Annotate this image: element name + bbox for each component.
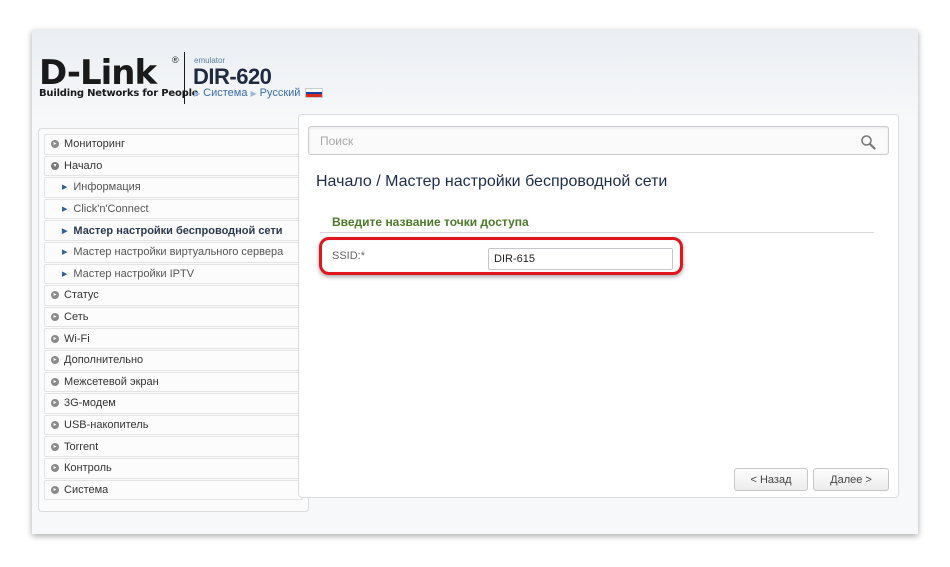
section-divider bbox=[320, 232, 874, 233]
dlink-logo: D-Link ® Building Networks for People bbox=[39, 55, 199, 99]
router-admin-window: D-Link ® Building Networks for People em… bbox=[32, 30, 918, 534]
header-breadcrumb: ▶ Система ▶ Русский bbox=[194, 87, 324, 99]
sidebar-item-5[interactable]: ▶ Мастер настройки виртуального сервера bbox=[44, 241, 303, 263]
logo-tagline: Building Networks for People bbox=[39, 88, 199, 99]
collapsed-chevron-icon: ▸ bbox=[51, 313, 59, 322]
sidebar-menu: ▸ Мониторинг ▾ Начало ▶ Информация ▶ Click'n'Co… bbox=[38, 128, 309, 512]
breadcrumb-arrow-icon: ▶ bbox=[250, 88, 257, 98]
sidebar-item-7[interactable]: ▸ Статус bbox=[44, 285, 303, 306]
collapsed-chevron-icon: ▸ bbox=[51, 291, 59, 300]
collapsed-chevron-icon: ▸ bbox=[51, 485, 59, 494]
submenu-arrow-icon: ▶ bbox=[62, 227, 68, 235]
ssid-highlight-annotation bbox=[319, 237, 683, 275]
search-placeholder: Поиск bbox=[320, 133, 354, 148]
sidebar-item-9[interactable]: ▸ Wi-Fi bbox=[44, 328, 303, 349]
system-link[interactable]: Система bbox=[203, 87, 247, 99]
collapsed-chevron-icon: ▸ bbox=[51, 399, 59, 408]
sidebar-item-label: Wi-Fi bbox=[64, 332, 90, 345]
submenu-arrow-icon: ▶ bbox=[62, 249, 68, 257]
sidebar-item-12[interactable]: ▸ 3G-модем bbox=[44, 393, 303, 414]
sidebar-item-label: Межсетевой экран bbox=[64, 375, 159, 388]
collapsed-chevron-icon: ▸ bbox=[51, 377, 59, 386]
sidebar-item-13[interactable]: ▸ USB-накопитель bbox=[44, 414, 303, 436]
collapsed-chevron-icon: ▸ bbox=[51, 140, 59, 149]
sidebar-item-label: Мастер настройки виртуального сервера bbox=[73, 246, 284, 259]
search-input[interactable]: Поиск bbox=[308, 126, 889, 155]
collapsed-chevron-icon: ▸ bbox=[51, 442, 59, 451]
sidebar-item-2[interactable]: ▶ Информация bbox=[44, 177, 303, 198]
language-selector[interactable]: Русский bbox=[260, 87, 301, 99]
sidebar-item-label: Система bbox=[64, 483, 109, 496]
sidebar-item-label: Torrent bbox=[64, 440, 99, 453]
main-content-panel: Поиск Начало / Мастер настройки беспрово… bbox=[298, 114, 899, 498]
back-button[interactable]: < Назад bbox=[734, 468, 808, 491]
sidebar-item-label: Информация bbox=[73, 181, 141, 194]
sidebar-item-label: Контроль bbox=[64, 462, 112, 475]
header-divider bbox=[184, 52, 185, 104]
sidebar-item-label: Мониторинг bbox=[64, 138, 126, 151]
sidebar-item-3[interactable]: ▶ Click'n'Connect bbox=[44, 198, 303, 220]
search-icon[interactable] bbox=[860, 134, 876, 150]
sidebar-item-6[interactable]: ▶ Мастер настройки IPTV bbox=[44, 263, 303, 285]
section-title: Введите название точки доступа bbox=[332, 215, 529, 229]
sidebar-item-14[interactable]: ▸ Torrent bbox=[44, 436, 303, 457]
collapsed-chevron-icon: ▸ bbox=[51, 421, 59, 430]
collapsed-chevron-icon: ▸ bbox=[51, 356, 59, 365]
sidebar-item-16[interactable]: ▸ Система bbox=[44, 479, 303, 501]
page-title: Начало / Мастер настройки беспроводной с… bbox=[316, 173, 668, 190]
sidebar-item-label: Сеть bbox=[64, 311, 89, 324]
breadcrumb-arrow-icon: ▶ bbox=[194, 88, 201, 98]
logo-registered-mark: ® bbox=[172, 55, 179, 65]
sidebar-item-10[interactable]: ▸ Дополнительно bbox=[44, 349, 303, 371]
submenu-arrow-icon: ▶ bbox=[62, 270, 68, 278]
sidebar-item-1[interactable]: ▾ Начало bbox=[44, 155, 303, 177]
sidebar-item-8[interactable]: ▸ Сеть bbox=[44, 306, 303, 328]
sidebar-item-4[interactable]: ▶ Мастер настройки беспроводной сети bbox=[44, 220, 303, 241]
collapsed-chevron-icon: ▸ bbox=[51, 334, 59, 343]
sidebar-item-label: Мастер настройки беспроводной сети bbox=[73, 224, 283, 237]
submenu-arrow-icon: ▶ bbox=[62, 184, 68, 192]
sidebar-item-label: Дополнительно bbox=[64, 354, 144, 367]
sidebar-item-0[interactable]: ▸ Мониторинг bbox=[44, 134, 303, 155]
sidebar-item-11[interactable]: ▸ Межсетевой экран bbox=[44, 371, 303, 393]
submenu-arrow-icon: ▶ bbox=[62, 206, 68, 214]
sidebar-item-label: Статус bbox=[64, 289, 99, 302]
sidebar-item-label: 3G-модем bbox=[64, 397, 116, 410]
next-button[interactable]: Далее > bbox=[813, 468, 889, 491]
collapsed-chevron-icon: ▸ bbox=[51, 464, 59, 473]
sidebar-item-label: Начало bbox=[64, 159, 103, 172]
sidebar-item-label: Click'n'Connect bbox=[73, 203, 149, 216]
sidebar-item-15[interactable]: ▸ Контроль bbox=[44, 457, 303, 479]
russian-flag-icon[interactable] bbox=[305, 88, 324, 98]
sidebar-item-label: USB-накопитель bbox=[64, 419, 149, 432]
sidebar-item-label: Мастер настройки IPTV bbox=[73, 267, 195, 280]
expanded-chevron-icon: ▾ bbox=[51, 161, 59, 170]
